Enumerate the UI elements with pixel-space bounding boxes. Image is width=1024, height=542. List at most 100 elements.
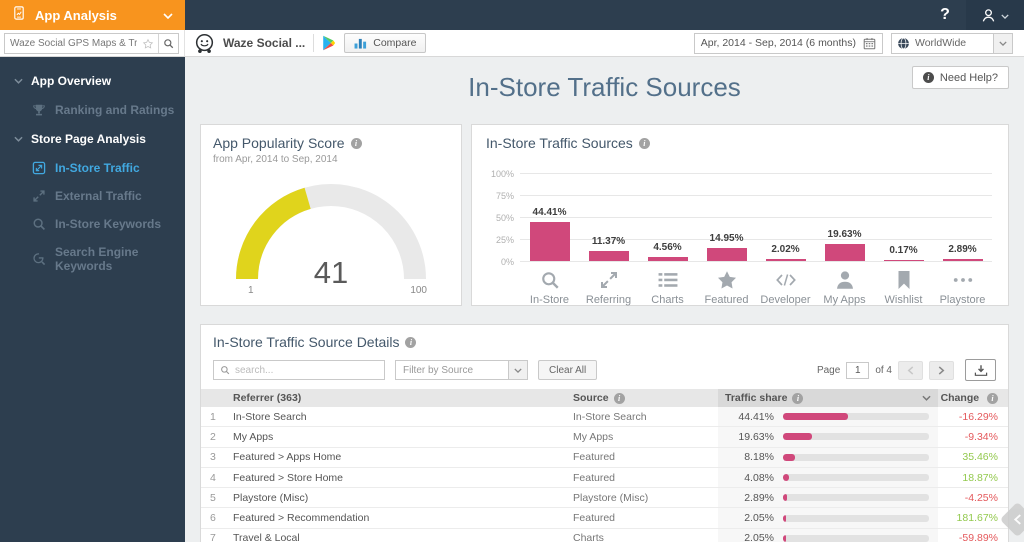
traffic-chart: 100% 75% 50% 25% 0% 44.41% 11.37% 4.56% … (486, 169, 994, 306)
region-dropdown-arrow[interactable] (993, 33, 1012, 53)
traffic-share-value: 19.63% (738, 430, 774, 443)
traffic-bar[interactable] (942, 258, 983, 261)
help-button[interactable]: ? (924, 6, 966, 24)
header-source[interactable]: Source i (573, 392, 718, 404)
referring-arrows-icon (599, 270, 619, 290)
chart-column-featured: 14.95% (697, 173, 756, 261)
row-referrer: In-Store Search (233, 410, 307, 423)
row-traffic-share: 2.05% (718, 528, 938, 542)
sidebar-item-search-engine-keywords[interactable]: Search Engine Keywords (0, 238, 185, 280)
chart-category-my-apps: My Apps (815, 270, 874, 306)
table-row[interactable]: 5 Playstore (Misc) Playstore (Misc) 2.89… (201, 488, 1008, 509)
chart-category-label: Developer (760, 294, 811, 306)
header-referrer[interactable]: Referrer (363) (231, 392, 573, 404)
chart-category-label: Referring (585, 294, 632, 306)
row-referrer: Playstore (Misc) (233, 491, 309, 504)
traffic-bar[interactable] (588, 251, 629, 261)
row-traffic-share: 19.63% (718, 427, 938, 447)
traffic-share-value: 4.08% (744, 471, 774, 484)
magnifier-icon (220, 365, 230, 375)
details-search-input[interactable] (235, 364, 378, 376)
traffic-bar[interactable] (883, 259, 924, 261)
app-search-button[interactable] (158, 34, 178, 53)
sidebar-item-in-store-keywords[interactable]: In-Store Keywords (0, 210, 185, 238)
region-select[interactable]: WorldWide (891, 32, 1013, 54)
sidebar-section-store-page-analysis[interactable]: Store Page Analysis (0, 124, 185, 154)
bar-value-label: 4.56% (653, 242, 682, 253)
traffic-bar[interactable] (529, 221, 570, 261)
traffic-chart-title: In-Store Traffic Sources i (486, 135, 994, 151)
app-analysis-menu[interactable]: App Analysis (0, 0, 185, 30)
chart-column-wishlist: 0.17% (874, 173, 933, 261)
share-bar-track (783, 494, 929, 502)
compare-button[interactable]: Compare (344, 33, 427, 53)
table-row[interactable]: 7 Travel & Local Charts 2.05% -59.89% (201, 528, 1008, 542)
row-traffic-share: 2.89% (718, 488, 938, 508)
prev-page-button[interactable] (898, 360, 923, 380)
sidebar-item-label: In-Store Keywords (55, 217, 162, 231)
next-page-button[interactable] (929, 360, 954, 380)
sort-descending-icon[interactable] (922, 395, 931, 401)
filter-dropdown-arrow[interactable] (508, 361, 527, 379)
magnifier-icon (163, 38, 174, 49)
sidebar-item-ranking-and-ratings[interactable]: Ranking and Ratings (0, 96, 185, 124)
info-icon[interactable]: i (350, 137, 362, 149)
row-referrer: Featured > Apps Home (233, 451, 342, 464)
need-help-label: Need Help? (939, 71, 998, 84)
user-menu-button[interactable] (966, 0, 1024, 30)
traffic-bar[interactable] (647, 257, 688, 261)
app-search-input[interactable] (5, 38, 142, 49)
page-label: Page (816, 364, 841, 376)
info-icon[interactable]: i (405, 336, 417, 348)
table-row[interactable]: 3 Featured > Apps Home Featured 8.18% 35… (201, 447, 1008, 468)
row-number: 2 (210, 430, 216, 443)
filter-by-source-label: Filter by Source (403, 364, 474, 376)
share-bar-fill (783, 514, 786, 522)
sidebar-item-external-traffic[interactable]: External Traffic (0, 182, 185, 210)
code-icon (775, 270, 796, 290)
chart-category-referring: Referring (579, 270, 638, 306)
header-source-label: Source (573, 392, 609, 404)
chart-category-label: My Apps (823, 294, 866, 306)
info-icon[interactable]: i (792, 392, 804, 404)
table-row[interactable]: 6 Featured > Recommendation Featured 2.0… (201, 508, 1008, 529)
page-number-input[interactable] (846, 361, 870, 379)
row-referrer: My Apps (233, 430, 274, 443)
topbar-right: ? (185, 0, 1024, 30)
traffic-share-value: 8.18% (744, 451, 774, 464)
table-row[interactable]: 2 My Apps My Apps 19.63% -9.34% (201, 427, 1008, 448)
details-table-header: Referrer (363) Source i Traffic share i … (201, 389, 1008, 407)
traffic-bar[interactable] (824, 243, 865, 261)
chevron-right-icon (938, 365, 945, 375)
row-source: Charts (573, 532, 604, 542)
export-button[interactable] (965, 359, 996, 381)
table-row[interactable]: 4 Featured > Store Home Featured 4.08% 1… (201, 467, 1008, 489)
user-icon (981, 8, 996, 23)
info-icon[interactable]: i (613, 392, 625, 404)
row-change: -4.25% (964, 491, 998, 504)
favorite-star-icon[interactable] (142, 38, 158, 50)
sidebar-item-in-store-traffic[interactable]: In-Store Traffic (0, 154, 185, 182)
row-source: My Apps (573, 430, 614, 443)
date-range-picker[interactable]: Apr, 2014 - Sep, 2014 (6 months) (693, 32, 883, 54)
sidebar-section-label: Store Page Analysis (31, 132, 146, 146)
traffic-share-value: 2.05% (744, 532, 774, 542)
info-icon[interactable]: i (638, 137, 650, 149)
info-icon[interactable]: i (987, 393, 998, 404)
share-bar-fill (783, 433, 812, 441)
filter-by-source-select[interactable]: Filter by Source (395, 360, 528, 380)
bar-value-label: 11.37% (591, 236, 626, 247)
share-bar-fill (783, 453, 795, 461)
traffic-bar[interactable] (706, 247, 747, 261)
sidebar-section-app-overview[interactable]: App Overview (0, 66, 185, 96)
traffic-bar[interactable] (765, 259, 806, 261)
clear-all-button[interactable]: Clear All (538, 360, 598, 380)
sidebar-item-label: External Traffic (55, 189, 142, 203)
header-change[interactable]: Change i (938, 392, 1008, 404)
bar-value-label: 2.02% (771, 244, 800, 256)
gauge-min-label: 1 (248, 285, 254, 296)
header-traffic-share[interactable]: Traffic share i (718, 389, 938, 407)
table-row[interactable]: 1 In-Store Search In-Store Search 44.41%… (201, 407, 1008, 428)
need-help-button[interactable]: i Need Help? (911, 66, 1009, 89)
popularity-title-text: App Popularity Score (213, 135, 345, 151)
